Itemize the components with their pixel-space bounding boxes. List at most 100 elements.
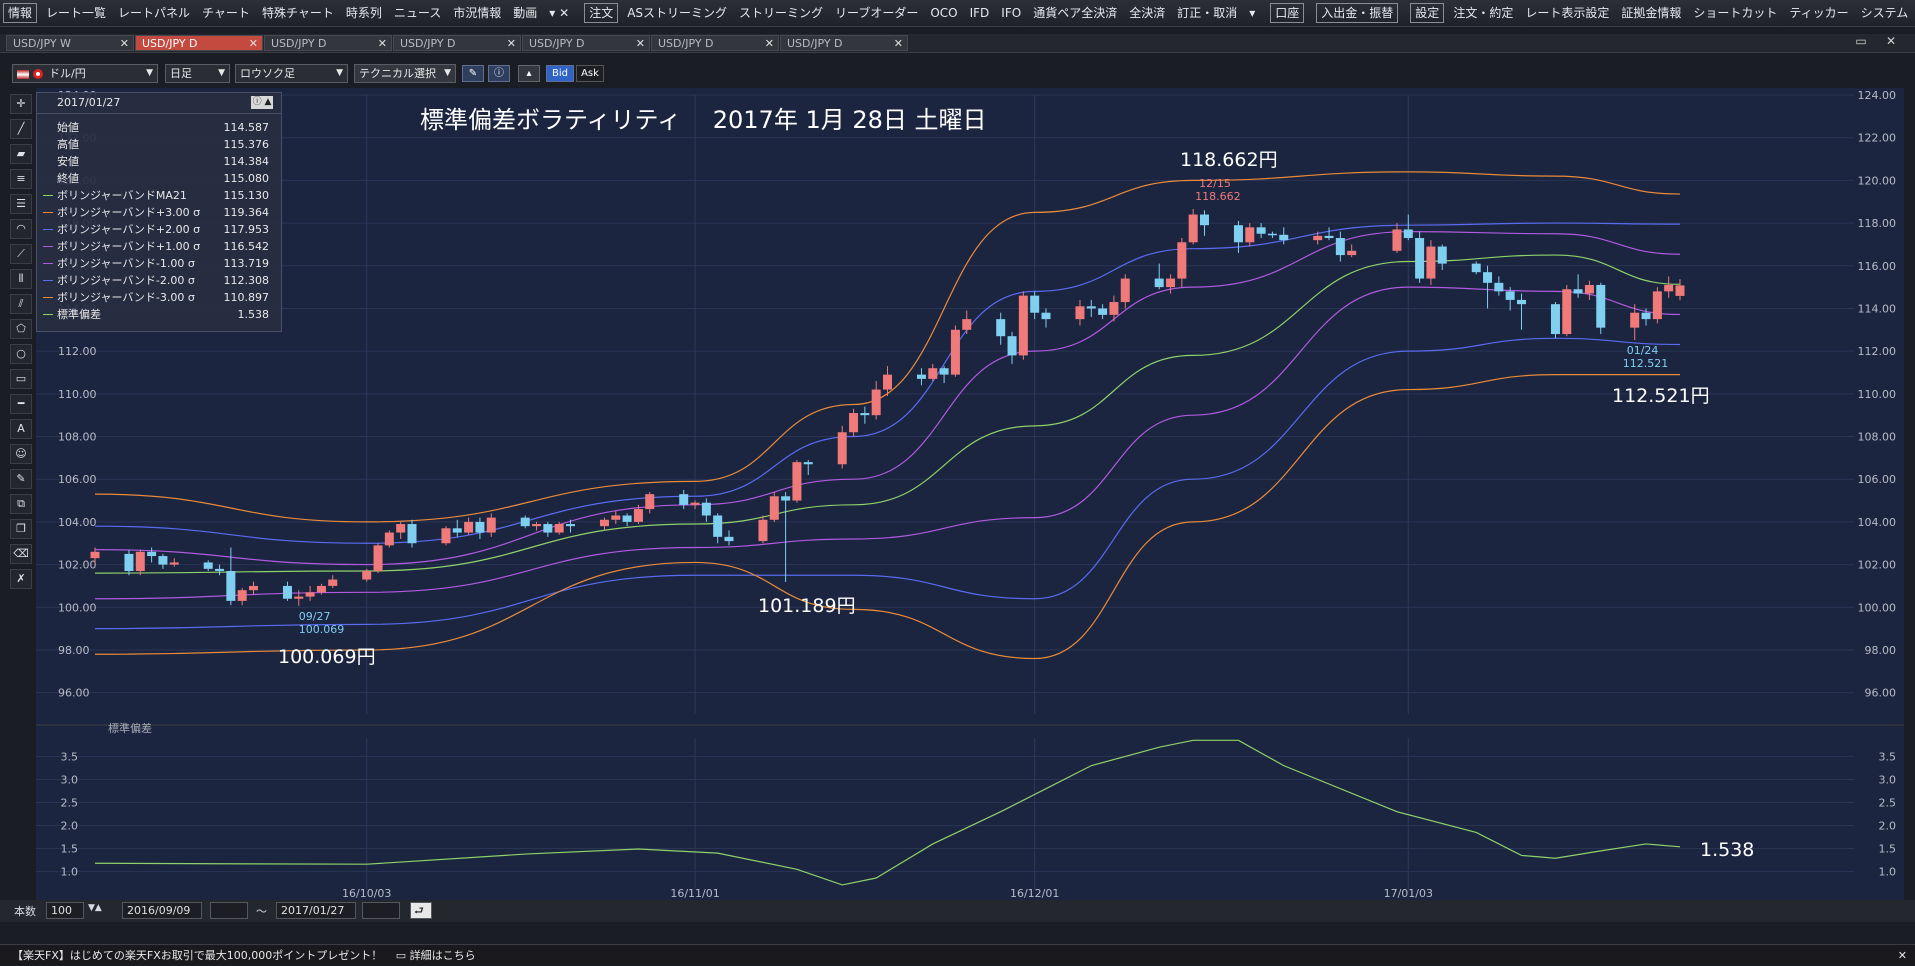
from-time-input[interactable] <box>210 902 248 919</box>
ruler-icon[interactable]: ▰ <box>10 144 32 164</box>
candle-body <box>1166 278 1176 288</box>
rectangle-icon[interactable]: ▭ <box>10 369 32 389</box>
info-row-label: 終値 <box>57 172 79 185</box>
info-row-value: 113.719 <box>223 257 270 270</box>
candle-body <box>781 496 791 501</box>
y-tick-label: 114.00 <box>1858 302 1897 315</box>
y-tick-label-left: 108.00 <box>58 431 97 444</box>
from-date-input[interactable]: 2016/09/09 <box>122 902 202 919</box>
crosshair-icon[interactable]: ✛ <box>10 94 32 114</box>
candle-body <box>554 524 564 533</box>
sd-y-tick-label-left: 3.5 <box>61 750 79 763</box>
news-text: 【楽天FX】はじめての楽天FXお取引で最大100,000ポイントプレゼント！ <box>12 949 383 962</box>
sd-y-tick-label: 3.0 <box>1879 773 1897 786</box>
candle-body <box>203 562 213 569</box>
horizontal-lines-icon[interactable]: ≡ <box>10 169 32 189</box>
candle-body <box>90 551 100 559</box>
candle-body <box>724 536 734 542</box>
low-marker-value: 100.069 <box>299 623 345 636</box>
info-row-label: 高値 <box>57 138 79 151</box>
sd-y-tick-label: 2.5 <box>1879 796 1897 809</box>
candle-body <box>860 413 870 416</box>
bollinger-band-minus3 <box>94 374 1680 660</box>
high-marker-value: 118.662 <box>1195 190 1241 203</box>
candle-body <box>928 368 938 379</box>
apply-range-button[interactable]: ⮐ <box>410 902 432 919</box>
eraser-icon[interactable]: ⌫ <box>10 544 32 564</box>
info-panel-header: 2017/01/27 ⓘ ▲ <box>37 93 281 114</box>
candle-body <box>452 528 462 533</box>
y-tick-label-left: 96.00 <box>58 687 90 700</box>
info-collapse-icon[interactable]: ⓘ ▲ <box>251 96 273 109</box>
news-detail-link[interactable]: 詳細はこちら <box>410 949 476 962</box>
candle-body <box>282 585 292 599</box>
news-ticker[interactable]: 【楽天FX】はじめての楽天FXお取引で最大100,000ポイントプレゼント！ ▭… <box>0 944 1915 965</box>
info-row: ボリンジャーバンド+3.00 σ 119.364 <box>37 204 281 221</box>
candle-body <box>1505 291 1515 300</box>
candle-body <box>792 462 802 501</box>
copy-icon[interactable]: ⧉ <box>10 494 32 514</box>
series-swatch <box>43 212 53 213</box>
erase-all-icon[interactable]: ✗ <box>10 569 32 589</box>
paint-icon[interactable]: ✎ <box>10 469 32 489</box>
fan-icon[interactable]: ⟋ <box>10 244 32 264</box>
layers-icon[interactable]: ❐ <box>10 519 32 539</box>
y-tick-label: 98.00 <box>1865 644 1897 657</box>
candle-body <box>1517 299 1526 305</box>
hline-icon[interactable]: ━ <box>10 394 32 414</box>
bollinger-band-minus1 <box>94 286 1681 600</box>
arc-icon[interactable]: ◠ <box>10 219 32 239</box>
info-row-value: 115.130 <box>223 189 270 202</box>
high-price-label: 118.662円 <box>1180 149 1278 171</box>
to-time-input[interactable] <box>362 902 400 919</box>
pentagon-icon[interactable]: ⬠ <box>10 319 32 339</box>
candle-body <box>1335 238 1345 256</box>
ohlc-info-panel: 2017/01/27 ⓘ ▲ 始値 114.587 高値 115.376 安値 114.3… <box>36 92 282 332</box>
candle-body <box>407 524 417 544</box>
y-tick-label-left: 112.00 <box>58 345 97 358</box>
stamp-icon[interactable]: ☺ <box>10 444 32 464</box>
candle-body <box>226 570 236 601</box>
y-tick-label: 116.00 <box>1858 260 1897 273</box>
info-row-label: ボリンジャーバンド-1.00 σ <box>57 257 195 270</box>
news-close-icon[interactable]: ✕ <box>1898 945 1907 966</box>
info-row-label: ボリンジャーバンド-2.00 σ <box>57 274 195 287</box>
info-row-value: 116.542 <box>223 240 270 253</box>
series-swatch <box>43 263 53 264</box>
candle-body <box>849 413 859 433</box>
info-row-label: 始値 <box>57 121 79 134</box>
channel-icon[interactable]: ⫽ <box>10 294 32 314</box>
y-tick-label: 124.00 <box>1858 89 1897 102</box>
high-marker-date: 12/15 <box>1199 177 1231 190</box>
candle-body <box>124 553 134 571</box>
to-date-input[interactable]: 2017/01/27 <box>276 902 356 919</box>
info-row-value: 112.308 <box>223 274 270 287</box>
line-tool-icon[interactable]: ╱ <box>10 119 32 139</box>
count-stepper-icon[interactable]: ▼▲ <box>88 903 102 913</box>
candle-body <box>147 551 157 557</box>
fibonacci-icon[interactable]: ☰ <box>10 194 32 214</box>
candle-body <box>1200 214 1209 226</box>
y-tick-label: 118.00 <box>1858 217 1897 230</box>
info-panel-rows: 始値 114.587 高値 115.376 安値 114.384 終値 115.080 ボリンジ… <box>37 114 281 323</box>
candle-body <box>1233 225 1243 243</box>
y-tick-label: 100.00 <box>1858 601 1897 614</box>
low2-marker-value: 112.521 <box>1623 357 1669 370</box>
sd-y-tick-label-left: 2.5 <box>61 796 79 809</box>
sd-y-tick-label-left: 1.5 <box>61 843 79 856</box>
vertical-lines-icon[interactable]: ⦀ <box>10 269 32 289</box>
chart-svg[interactable]: 124.00124.00122.00122.00120.00120.00118.… <box>0 0 1915 965</box>
info-row-value: 114.384 <box>223 155 270 168</box>
info-row-label: ボリンジャーバンド+2.00 σ <box>57 223 201 236</box>
bollinger-band-plus3 <box>94 171 1681 523</box>
sd-y-tick-label-left: 3.0 <box>61 773 79 786</box>
circle-icon[interactable]: ○ <box>10 344 32 364</box>
text-tool-icon[interactable]: A <box>10 419 32 439</box>
candle-body <box>1256 227 1266 234</box>
candle-body <box>837 432 847 465</box>
candle-body <box>679 494 689 505</box>
candle-body <box>1596 284 1606 328</box>
count-input[interactable]: 100 <box>46 902 84 919</box>
info-row-label: ボリンジャーバンド-3.00 σ <box>57 291 195 304</box>
sd-y-tick-label-left: 2.0 <box>61 820 79 833</box>
